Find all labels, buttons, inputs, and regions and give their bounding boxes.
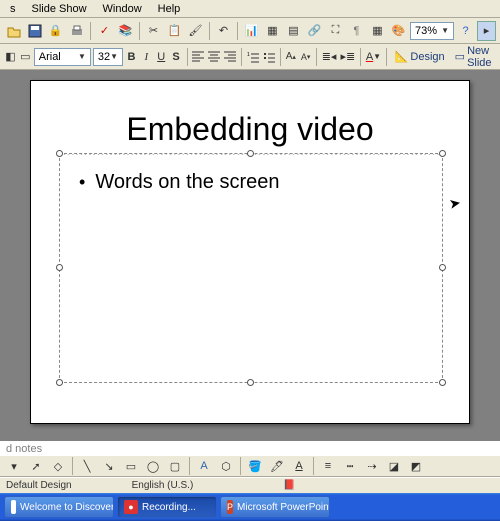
taskbar-item-recording[interactable]: ● Recording... bbox=[117, 496, 217, 518]
insert-wordart-icon[interactable]: A bbox=[194, 456, 214, 476]
italic-button[interactable]: I bbox=[140, 47, 153, 67]
dash-style-icon[interactable]: ┅ bbox=[340, 456, 360, 476]
status-icon: 📕 bbox=[283, 480, 295, 491]
grid-icon[interactable]: ▦ bbox=[368, 21, 387, 41]
status-language: English (U.S.) bbox=[132, 480, 194, 491]
align-right-icon[interactable] bbox=[223, 47, 237, 67]
underline-button[interactable]: U bbox=[155, 47, 168, 67]
bullet-icon: • bbox=[79, 172, 85, 193]
draw-menu-icon[interactable]: ▾ bbox=[4, 456, 24, 476]
save-icon[interactable] bbox=[25, 21, 44, 41]
slides-icon[interactable]: ▭ bbox=[19, 47, 32, 67]
paste-icon[interactable]: 📋 bbox=[165, 21, 184, 41]
autoshapes-icon[interactable]: ◇ bbox=[48, 456, 68, 476]
chart-icon[interactable]: 📊 bbox=[242, 21, 261, 41]
show-formatting-icon[interactable]: ¶ bbox=[347, 21, 366, 41]
undo-icon[interactable]: ↶ bbox=[214, 21, 233, 41]
bullets-icon[interactable] bbox=[262, 47, 276, 67]
taskbar-item-browser[interactable]: e Welcome to Discovery E... bbox=[4, 496, 114, 518]
notes-pane[interactable]: d notes bbox=[0, 440, 500, 455]
shadow-style-icon[interactable]: ◪ bbox=[384, 456, 404, 476]
status-design: Default Design bbox=[6, 480, 72, 491]
line-icon[interactable]: ╲ bbox=[77, 456, 97, 476]
select-icon[interactable]: ➚ bbox=[26, 456, 46, 476]
table-icon[interactable]: ▦ bbox=[263, 21, 282, 41]
font-size-select[interactable]: 32▼ bbox=[93, 48, 123, 66]
line-color-icon[interactable]: 🖊 bbox=[267, 456, 287, 476]
insert-diagram-icon[interactable]: ⬡ bbox=[216, 456, 236, 476]
taskbar-item-powerpoint[interactable]: P Microsoft PowerPoint - [... bbox=[220, 496, 330, 518]
cut-icon[interactable]: ✂ bbox=[144, 21, 163, 41]
powerpoint-icon: P bbox=[227, 500, 233, 514]
font-color-icon[interactable]: A▼ bbox=[365, 47, 382, 67]
menu-bar: s Slide Show Window Help bbox=[0, 0, 500, 18]
decrease-font-icon[interactable]: A▾ bbox=[299, 47, 312, 67]
slide-title[interactable]: Embedding video bbox=[31, 81, 469, 148]
drawing-toolbar: ▾ ➚ ◇ ╲ ↘ ▭ ◯ ▢ A ⬡ 🪣 🖊 A ≡ ┅ ⇢ ◪ ◩ bbox=[0, 455, 500, 477]
taskbar: e Welcome to Discovery E... ● Recording.… bbox=[0, 493, 500, 521]
bullet-text: Words on the screen bbox=[95, 171, 279, 194]
outline-icon[interactable]: ◧ bbox=[4, 47, 17, 67]
hyperlink-icon[interactable]: 🔗 bbox=[305, 21, 324, 41]
color-icon[interactable]: 🎨 bbox=[389, 21, 408, 41]
standard-toolbar: 🔒 ✓ 📚 ✂ 📋 🖌 ↶ 📊 ▦ ▤ 🔗 ⛶ ¶ ▦ 🎨 73%▼ ? ▸ bbox=[0, 18, 500, 44]
numbering-icon[interactable]: 1 bbox=[246, 47, 260, 67]
new-slide-button[interactable]: ▭New Slide bbox=[451, 45, 496, 69]
slide-workspace: Embedding video • Words on the screen ➤ bbox=[0, 70, 500, 440]
arrow-icon[interactable]: ↘ bbox=[99, 456, 119, 476]
open-icon[interactable] bbox=[4, 21, 23, 41]
increase-indent-icon[interactable]: ▸≣ bbox=[339, 47, 356, 67]
textbox-icon[interactable]: ▢ bbox=[165, 456, 185, 476]
record-icon: ● bbox=[124, 500, 138, 514]
oval-icon[interactable]: ◯ bbox=[143, 456, 163, 476]
menu-item-help[interactable]: Help bbox=[150, 1, 189, 17]
status-bar: Default Design English (U.S.) 📕 bbox=[0, 477, 500, 493]
rectangle-icon[interactable]: ▭ bbox=[121, 456, 141, 476]
spelling-icon[interactable]: ✓ bbox=[95, 21, 114, 41]
expand-icon[interactable]: ⛶ bbox=[326, 21, 345, 41]
tables-borders-icon[interactable]: ▤ bbox=[284, 21, 303, 41]
arrow-style-icon[interactable]: ⇢ bbox=[362, 456, 382, 476]
font-select[interactable]: Arial▼ bbox=[34, 48, 91, 66]
help-icon[interactable]: ? bbox=[456, 21, 475, 41]
zoom-select[interactable]: 73%▼ bbox=[410, 22, 454, 40]
align-center-icon[interactable] bbox=[207, 47, 221, 67]
fill-color-icon[interactable]: 🪣 bbox=[245, 456, 265, 476]
align-left-icon[interactable] bbox=[191, 47, 205, 67]
bullet-item[interactable]: • Words on the screen bbox=[79, 171, 423, 194]
content-placeholder[interactable]: • Words on the screen bbox=[59, 153, 443, 383]
permission-icon[interactable]: 🔒 bbox=[46, 21, 65, 41]
toolbar-options-icon[interactable]: ▸ bbox=[477, 21, 496, 41]
decrease-indent-icon[interactable]: ≣◂ bbox=[321, 47, 338, 67]
font-color-draw-icon[interactable]: A bbox=[289, 456, 309, 476]
print-icon[interactable] bbox=[67, 21, 86, 41]
formatting-toolbar: ◧ ▭ Arial▼ 32▼ B I U S 1 A▴ A▾ ≣◂ ▸≣ A▼ … bbox=[0, 44, 500, 70]
design-button[interactable]: 📐Design bbox=[391, 50, 449, 63]
format-painter-icon[interactable]: 🖌 bbox=[186, 21, 205, 41]
slide-canvas[interactable]: Embedding video • Words on the screen bbox=[30, 80, 470, 424]
menu-item[interactable]: s bbox=[2, 1, 24, 17]
bold-button[interactable]: B bbox=[125, 47, 138, 67]
shadow-button[interactable]: S bbox=[170, 47, 183, 67]
menu-item-window[interactable]: Window bbox=[95, 1, 150, 17]
increase-font-icon[interactable]: A▴ bbox=[284, 47, 297, 67]
browser-icon: e bbox=[11, 500, 16, 514]
menu-item-slideshow[interactable]: Slide Show bbox=[24, 1, 95, 17]
line-style-icon[interactable]: ≡ bbox=[318, 456, 338, 476]
svg-text:1: 1 bbox=[247, 52, 250, 58]
3d-style-icon[interactable]: ◩ bbox=[406, 456, 426, 476]
research-icon[interactable]: 📚 bbox=[116, 21, 135, 41]
